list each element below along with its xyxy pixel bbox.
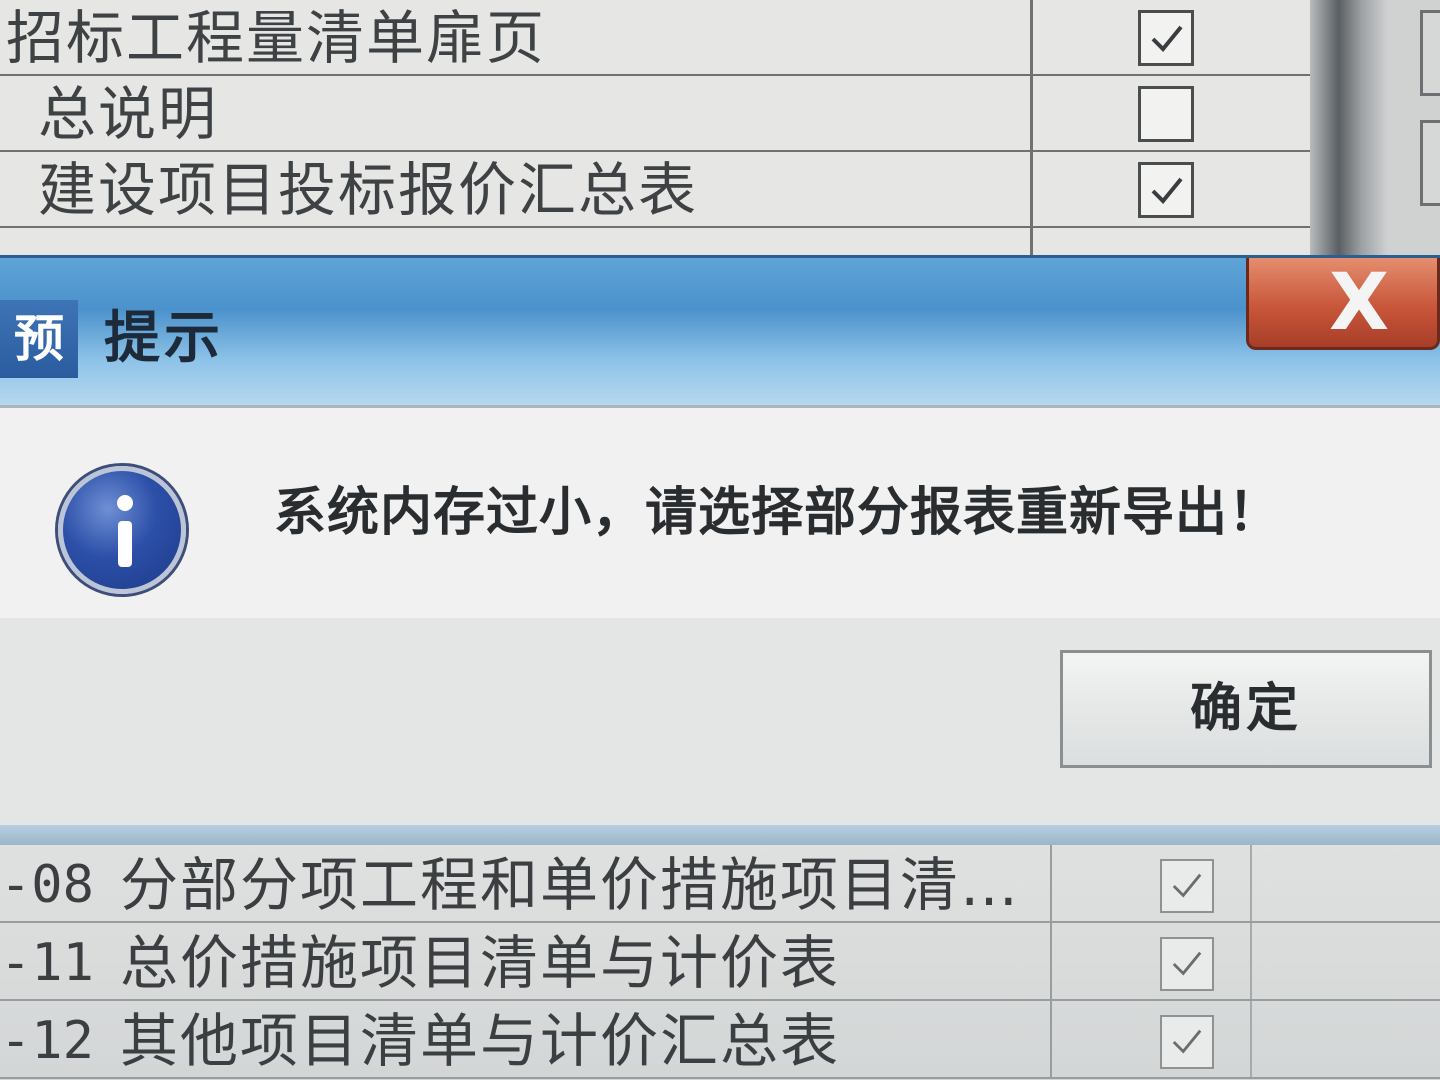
checkmark-icon <box>1172 873 1202 898</box>
checkmark-icon <box>1172 951 1202 976</box>
dialog-titlebar[interactable]: 预 提示 X <box>0 255 1440 405</box>
report-checkbox[interactable] <box>1138 162 1194 218</box>
report-name: 建设项目投标报价汇总表 <box>38 156 699 224</box>
report-row[interactable]: -08 分部分项工程和单价措施项目清… <box>0 845 1440 923</box>
report-checkbox[interactable] <box>1160 1015 1214 1069</box>
checkmark-icon <box>1172 1029 1202 1054</box>
report-checkbox[interactable] <box>1138 86 1194 142</box>
message-dialog: 预 提示 X 系统内存过小，请选择部分报表重新导出！ 确定 <box>0 255 1440 845</box>
close-icon: X <box>1329 258 1390 348</box>
scrollbar-button[interactable] <box>1420 120 1440 206</box>
info-icon <box>58 466 186 594</box>
report-name: 招标工程量清单扉页 <box>6 4 547 72</box>
dialog-message: 系统内存过小，请选择部分报表重新导出！ <box>274 483 1282 543</box>
report-name: 总说明 <box>38 80 219 148</box>
report-code: -12 <box>0 1011 94 1071</box>
dialog-border <box>0 825 1440 845</box>
report-row[interactable]: 招标工程量清单扉页 <box>0 0 1310 76</box>
report-name: 分部分项工程和单价措施项目清… <box>120 851 1021 919</box>
ok-button[interactable]: 确定 <box>1060 650 1432 768</box>
column-divider <box>1250 923 1252 999</box>
info-icon-dot <box>117 495 133 511</box>
report-row[interactable]: -12 其他项目清单与计价汇总表 <box>0 1001 1440 1079</box>
checkmark-icon <box>1151 25 1183 52</box>
report-list-top: 招标工程量清单扉页 总说明 建设项目投标报价汇总表 <box>0 0 1310 255</box>
column-divider <box>1250 845 1252 921</box>
screen: 招标工程量清单扉页 总说明 建设项目投标报价汇总表 预 提示 X 系统内存过小，… <box>0 0 1440 1080</box>
report-row[interactable]: -11 总价措施项目清单与计价表 <box>0 923 1440 1001</box>
column-divider <box>1250 1001 1252 1077</box>
report-code: -11 <box>0 933 94 993</box>
report-code: -08 <box>0 855 94 915</box>
column-divider <box>1050 923 1052 999</box>
scrollbar-button[interactable] <box>1420 10 1440 96</box>
app-icon: 预 <box>0 300 78 378</box>
report-checkbox[interactable] <box>1160 937 1214 991</box>
dialog-title: 提示 <box>104 306 224 371</box>
report-list-bottom: -08 分部分项工程和单价措施项目清… -11 总价措施项目清单与计价表 -12 <box>0 845 1440 1080</box>
report-checkbox[interactable] <box>1160 859 1214 913</box>
checkmark-icon <box>1151 177 1183 204</box>
report-row[interactable]: 总说明 <box>0 76 1310 152</box>
column-divider <box>1050 1001 1052 1077</box>
report-name: 其他项目清单与计价汇总表 <box>120 1007 841 1075</box>
info-icon-bar <box>118 521 132 567</box>
report-name: 总价措施项目清单与计价表 <box>120 929 841 997</box>
report-row[interactable]: 建设项目投标报价汇总表 <box>0 152 1310 228</box>
close-button[interactable]: X <box>1246 258 1440 350</box>
dialog-body: 系统内存过小，请选择部分报表重新导出！ 确定 <box>0 405 1440 828</box>
report-checkbox[interactable] <box>1138 10 1194 66</box>
message-area: 系统内存过小，请选择部分报表重新导出！ <box>0 408 1440 618</box>
column-divider <box>1050 845 1052 921</box>
button-area: 确定 <box>0 618 1440 828</box>
scrollbar-area[interactable] <box>1310 0 1440 260</box>
